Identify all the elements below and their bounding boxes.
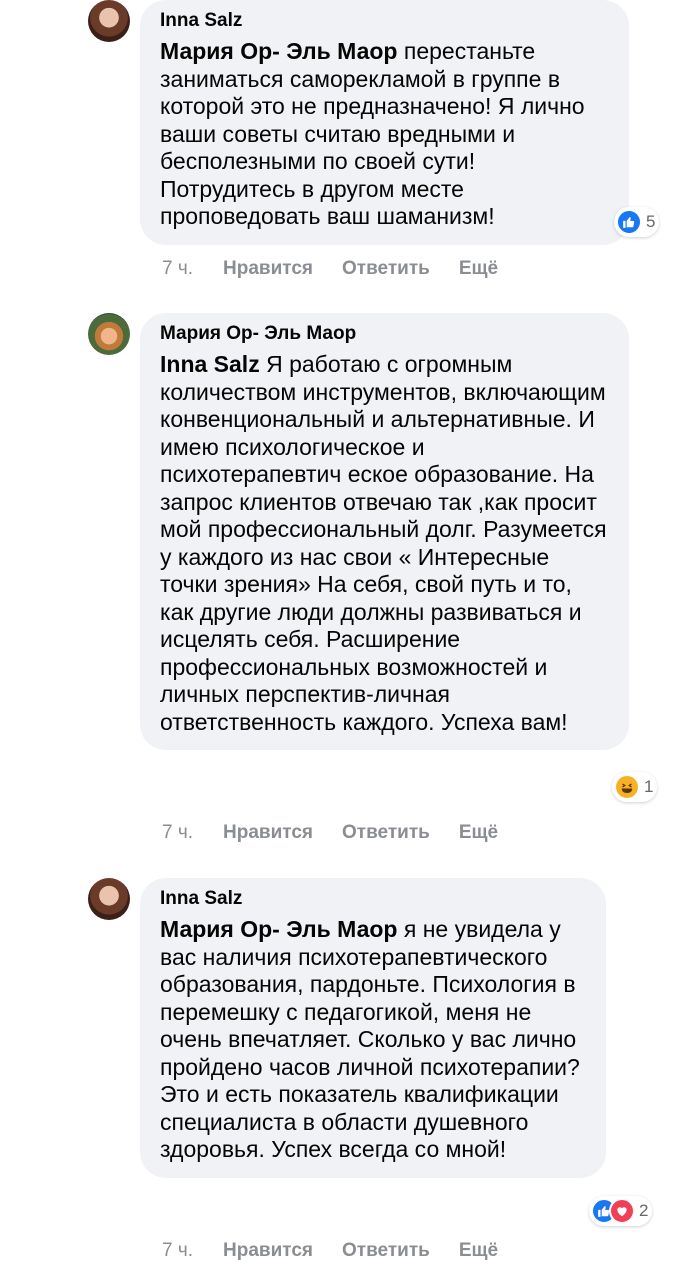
reaction-count: 1 [644, 777, 654, 796]
comment-timestamp[interactable]: 7 ч. [162, 822, 193, 844]
comment-text: Мария Ор- Эль Маор я не увидела у вас на… [160, 916, 586, 1164]
comment-text: Inna Salz Я работаю с огромным количеств… [160, 351, 609, 736]
reaction-summary[interactable]: 5 [614, 207, 660, 237]
avatar[interactable] [88, 878, 130, 920]
comment-body: перестаньте заниматься саморекламой в гр… [160, 38, 585, 229]
like-button[interactable]: Нравится [223, 258, 313, 280]
avatar[interactable] [88, 0, 130, 42]
heart-icon [609, 1198, 635, 1224]
laughing-face-icon [614, 774, 640, 800]
like-button[interactable]: Нравится [223, 1240, 313, 1262]
avatar[interactable] [88, 313, 130, 355]
mention-link[interactable]: Мария Ор- Эль Маор [160, 916, 397, 942]
reaction-count: 2 [639, 1201, 649, 1220]
comment-body: я не увидела у вас наличия психотерапевт… [160, 916, 580, 1162]
comment-bubble: Мария Ор- Эль Маор Inna Salz Я работаю с… [140, 313, 629, 750]
thumbs-up-icon [616, 209, 642, 235]
comment-text: Мария Ор- Эль Маор перестаньте заниматьс… [160, 38, 609, 231]
like-button[interactable]: Нравится [223, 822, 313, 844]
comment-body: Я работаю с огромным количеством инструм… [160, 351, 607, 735]
comment-actions: 7 ч. Нравится Ответить Ещё [162, 1240, 527, 1262]
comment-actions: 7 ч. Нравится Ответить Ещё [162, 822, 527, 844]
more-button[interactable]: Ещё [459, 822, 498, 844]
comment-bubble: Inna Salz Мария Ор- Эль Маор перестаньте… [140, 0, 629, 245]
reaction-summary[interactable]: 2 [589, 1196, 653, 1226]
comment-author[interactable]: Inna Salz [160, 10, 609, 32]
comment-author[interactable]: Мария Ор- Эль Маор [160, 323, 609, 345]
comment-bubble: Inna Salz Мария Ор- Эль Маор я не увидел… [140, 878, 606, 1178]
comment-author[interactable]: Inna Salz [160, 888, 586, 910]
more-button[interactable]: Ещё [459, 258, 498, 280]
more-button[interactable]: Ещё [459, 1240, 498, 1262]
reply-button[interactable]: Ответить [342, 258, 430, 280]
reply-button[interactable]: Ответить [342, 822, 430, 844]
comment-timestamp[interactable]: 7 ч. [162, 258, 193, 280]
comment-timestamp[interactable]: 7 ч. [162, 1240, 193, 1262]
reaction-summary[interactable]: 1 [612, 772, 658, 802]
mention-link[interactable]: Мария Ор- Эль Маор [160, 38, 397, 64]
reply-button[interactable]: Ответить [342, 1240, 430, 1262]
mention-link[interactable]: Inna Salz [160, 351, 260, 377]
comment-actions: 7 ч. Нравится Ответить Ещё [162, 258, 527, 280]
reaction-count: 5 [646, 212, 656, 231]
